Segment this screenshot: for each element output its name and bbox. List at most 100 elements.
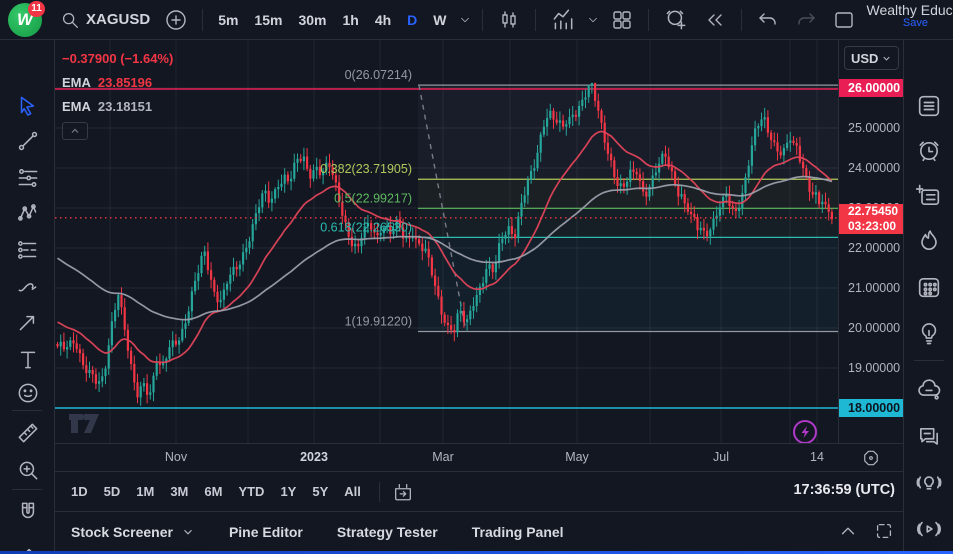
zoom-in-tool[interactable] bbox=[13, 455, 43, 485]
fib-retracement-tool[interactable] bbox=[13, 163, 43, 193]
range-6m[interactable]: 6M bbox=[196, 480, 230, 503]
svg-text:0.5(22.99217): 0.5(22.99217) bbox=[334, 191, 412, 205]
layout-name-button[interactable]: Wealthy Educ... Save bbox=[863, 4, 953, 36]
trading-panel-tab[interactable]: Trading Panel bbox=[472, 524, 564, 540]
price-tick: 21.00000 bbox=[848, 280, 900, 296]
svg-text:0(26.07214): 0(26.07214) bbox=[345, 68, 412, 82]
legend-collapse-button[interactable] bbox=[62, 122, 88, 140]
news-notes-icon[interactable] bbox=[914, 181, 944, 211]
rail-divider bbox=[12, 489, 42, 490]
chats-icon[interactable] bbox=[914, 376, 944, 406]
currency-selector[interactable]: USD bbox=[844, 46, 899, 70]
fullscreen-icon[interactable] bbox=[873, 520, 895, 542]
emoji-tool[interactable] bbox=[13, 378, 43, 408]
timeframe-1h[interactable]: 1h bbox=[334, 12, 366, 28]
tradingview-watermark bbox=[69, 414, 99, 433]
price-label-18: 18.00000 bbox=[839, 399, 903, 417]
notification-badge: 11 bbox=[28, 1, 45, 17]
timeframe-15m[interactable]: 15m bbox=[246, 12, 290, 28]
measure-tool[interactable] bbox=[13, 418, 43, 448]
axis-settings-icon[interactable] bbox=[860, 447, 882, 469]
undo-icon[interactable] bbox=[749, 4, 787, 36]
drawing-tools-rail bbox=[0, 40, 55, 554]
top-toolbar: W 11 XAGUSD 5m15m30m1h4hDW bbox=[0, 0, 953, 40]
pine-editor-tab[interactable]: Pine Editor bbox=[229, 524, 303, 540]
strategy-tester-tab[interactable]: Strategy Tester bbox=[337, 524, 438, 540]
timeframe-30m[interactable]: 30m bbox=[290, 12, 334, 28]
live-streams-icon[interactable] bbox=[914, 514, 944, 544]
magnet-tool[interactable] bbox=[13, 497, 43, 527]
ema1-label[interactable]: EMA bbox=[62, 75, 91, 90]
bottom-panel-bar: Stock Screener Pine Editor Strategy Test… bbox=[55, 511, 903, 551]
price-axis[interactable]: USD 25.0000024.0000023.0000022.0000021.0… bbox=[838, 40, 903, 443]
event-flash-marker bbox=[794, 421, 816, 443]
alerts-icon[interactable] bbox=[914, 136, 944, 166]
svg-text:1(19.91220): 1(19.91220) bbox=[345, 315, 412, 329]
symbol-search-button[interactable]: XAGUSD bbox=[52, 4, 157, 36]
add-symbol-button[interactable] bbox=[157, 4, 195, 36]
timeframe-D[interactable]: D bbox=[399, 12, 425, 28]
ideas-icon[interactable] bbox=[914, 318, 944, 348]
chart-legend: −0.37900 (−1.64%) EMA 23.85196 EMA 23.18… bbox=[62, 46, 173, 140]
price-tick: 22.00000 bbox=[848, 240, 900, 256]
layout-box-icon[interactable] bbox=[825, 4, 863, 36]
bar-countdown: 03:23:00 bbox=[848, 219, 903, 234]
watchlist-icon[interactable] bbox=[914, 91, 944, 121]
price-tick: 19.00000 bbox=[848, 360, 900, 376]
right-sidebar-rail bbox=[903, 40, 953, 554]
range-5y[interactable]: 5Y bbox=[304, 480, 336, 503]
toolbar-separator bbox=[535, 9, 536, 31]
utc-clock[interactable]: 17:36:59 (UTC) bbox=[793, 482, 895, 498]
range-5d[interactable]: 5D bbox=[96, 480, 129, 503]
streams-icon[interactable] bbox=[914, 468, 944, 498]
time-tick-May: May bbox=[565, 450, 589, 464]
toolbar-separator bbox=[202, 9, 203, 31]
arrow-tool[interactable] bbox=[13, 307, 43, 337]
bar-replay-icon[interactable] bbox=[696, 4, 734, 36]
open-panel-chevron-icon[interactable] bbox=[837, 520, 859, 542]
layout-grid-icon[interactable] bbox=[603, 4, 641, 36]
save-button[interactable]: Save bbox=[903, 17, 928, 30]
toolbar-separator bbox=[482, 9, 483, 31]
svg-text:0.618(22.26530): 0.618(22.26530) bbox=[320, 220, 412, 234]
rail-divider bbox=[914, 360, 944, 361]
ema2-value: 23.18151 bbox=[98, 99, 152, 114]
calendar-icon[interactable] bbox=[914, 272, 944, 302]
time-axis[interactable]: Nov2023MarMayJul14 bbox=[55, 443, 903, 471]
redo-icon[interactable] bbox=[787, 4, 825, 36]
time-tick-Mar: Mar bbox=[432, 450, 454, 464]
price-change: −0.37900 (−1.64%) bbox=[62, 51, 173, 66]
range-3m[interactable]: 3M bbox=[162, 480, 196, 503]
timeframe-menu-chevron[interactable] bbox=[455, 4, 475, 36]
timeframe-4h[interactable]: 4h bbox=[367, 12, 399, 28]
date-range-bar: 1D5D1M3M6MYTD1Y5YAll 17:36:59 (UTC) bbox=[55, 471, 903, 511]
range-1m[interactable]: 1M bbox=[128, 480, 162, 503]
private-chat-icon[interactable] bbox=[914, 422, 944, 452]
range-1d[interactable]: 1D bbox=[63, 480, 96, 503]
app-logo[interactable]: W 11 bbox=[0, 0, 52, 40]
stock-screener-tab[interactable]: Stock Screener bbox=[71, 524, 195, 540]
indicators-icon[interactable] bbox=[543, 4, 583, 36]
timeframe-5m[interactable]: 5m bbox=[210, 12, 246, 28]
range-separator bbox=[379, 482, 380, 502]
create-alert-icon[interactable] bbox=[656, 4, 696, 36]
hotlists-flame-icon[interactable] bbox=[914, 226, 944, 256]
toolbar-separator bbox=[741, 9, 742, 31]
range-all[interactable]: All bbox=[336, 480, 369, 503]
projection-tool[interactable] bbox=[13, 235, 43, 265]
time-tick-Nov: Nov bbox=[165, 450, 187, 464]
chart-style-candles-icon[interactable] bbox=[490, 4, 528, 36]
brush-tool[interactable] bbox=[13, 271, 43, 301]
timeframe-W[interactable]: W bbox=[425, 12, 454, 28]
go-to-date-icon[interactable] bbox=[390, 479, 416, 505]
range-1y[interactable]: 1Y bbox=[272, 480, 304, 503]
text-tool[interactable] bbox=[13, 345, 43, 375]
ema2-label[interactable]: EMA bbox=[62, 99, 91, 114]
pattern-tool[interactable] bbox=[13, 198, 43, 228]
trend-line-tool[interactable] bbox=[13, 126, 43, 156]
range-ytd[interactable]: YTD bbox=[230, 480, 272, 503]
time-tick-Jul: Jul bbox=[713, 450, 729, 464]
symbol-name: XAGUSD bbox=[86, 11, 150, 28]
indicators-chevron[interactable] bbox=[583, 4, 603, 36]
cursor-tool[interactable] bbox=[13, 91, 43, 121]
